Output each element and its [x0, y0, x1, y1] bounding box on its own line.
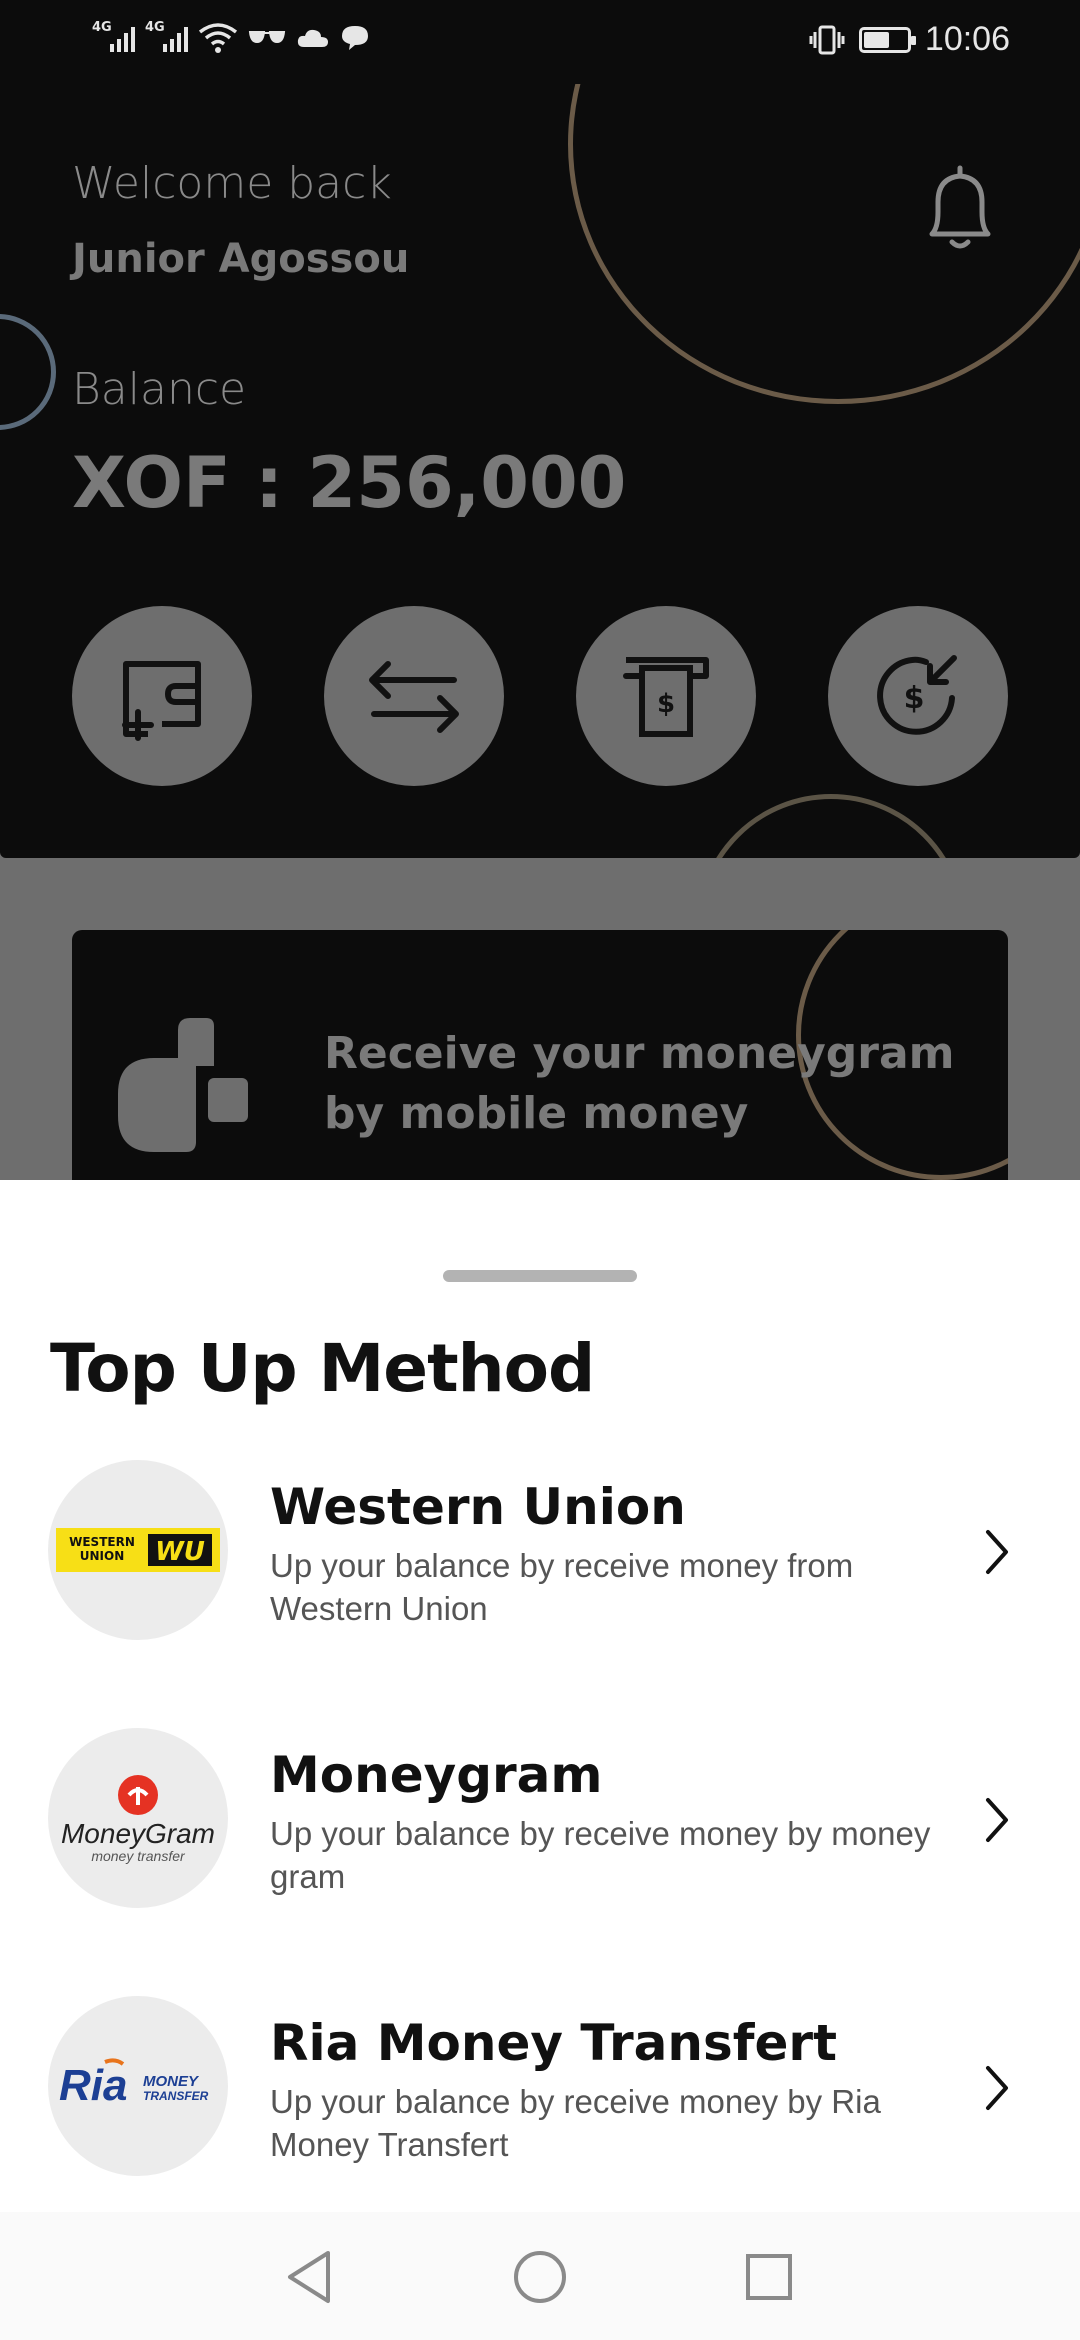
decor-ring — [0, 314, 56, 430]
method-western-union[interactable]: WESTERN UNION WU Western Union Up your b… — [0, 1460, 1080, 1660]
sheet-title: Top Up Method — [50, 1330, 595, 1407]
recents-icon — [746, 2254, 792, 2300]
wallet-add-icon — [122, 661, 201, 741]
balance-header: Welcome back Junior Agossou Balance XOF … — [0, 84, 1080, 858]
svg-text:$: $ — [904, 681, 925, 716]
wu-logo-text-2: UNION — [80, 1549, 125, 1563]
vibrate-icon — [809, 25, 845, 54]
method-moneygram[interactable]: MoneyGram money transfer Moneygram Up yo… — [0, 1728, 1080, 1928]
chevron-right-icon — [986, 2066, 1008, 2110]
moneygram-logo-sub: money transfer — [91, 1848, 186, 1864]
nav-recents-button[interactable] — [734, 2242, 804, 2312]
wu-logo-mark: WU — [155, 1537, 205, 1567]
chevron-right-icon — [986, 1530, 1008, 1574]
method-title: Moneygram — [270, 1746, 603, 1804]
clock: 10:06 — [924, 20, 1010, 58]
transfer-button[interactable] — [324, 606, 504, 786]
bell-icon[interactable] — [920, 162, 1000, 258]
top-up-method-sheet: Top Up Method WESTERN UNION WU Western U… — [0, 1180, 1080, 2340]
receive-money-icon: $ — [877, 655, 957, 735]
top-up-button[interactable] — [72, 606, 252, 786]
moneygram-logo: MoneyGram money transfer — [48, 1728, 228, 1908]
signal-icon: 4G — [92, 20, 135, 52]
chat-icon — [342, 26, 368, 50]
wifi-icon — [198, 23, 238, 53]
signal-icon: 4G — [145, 20, 188, 52]
sheet-drag-handle[interactable] — [443, 1270, 637, 1282]
wu-logo-text-1: WESTERN — [69, 1535, 135, 1549]
method-ria[interactable]: Ria MONEY TRANSFER Ria Money Transfert U… — [0, 1996, 1080, 2196]
withdraw-button[interactable]: $ — [576, 606, 756, 786]
decor-ring — [568, 84, 1080, 404]
ria-logo-text: Ria — [59, 2061, 127, 2110]
promo-banner[interactable]: Receive your moneygram by mobile money — [72, 930, 1008, 1190]
transfer-arrows-icon — [369, 661, 459, 733]
ria-logo-sub-1: MONEY — [143, 2073, 200, 2090]
svg-text:$: $ — [657, 689, 675, 719]
status-right: 10:06 — [809, 20, 1010, 59]
western-union-logo: WESTERN UNION WU — [48, 1460, 228, 1640]
balance-value: XOF : 256,000 — [72, 442, 627, 524]
cloud-icon — [297, 29, 328, 47]
network-type-2: 4G — [145, 20, 165, 35]
moneygram-logo-text: MoneyGram — [61, 1818, 215, 1849]
network-type-1: 4G — [92, 20, 112, 35]
system-nav-bar — [0, 2212, 1080, 2340]
chevron-right-icon — [986, 1798, 1008, 1842]
receive-money-button[interactable]: $ — [828, 606, 1008, 786]
method-description: Up your balance by receive money from We… — [270, 1547, 854, 1627]
method-title: Western Union — [270, 1478, 686, 1536]
user-name: Junior Agossou — [72, 236, 410, 282]
nav-home-button[interactable] — [505, 2242, 575, 2312]
battery-icon — [858, 26, 916, 53]
back-icon — [288, 2251, 330, 2303]
method-title: Ria Money Transfert — [270, 2014, 837, 2072]
decor-ring — [696, 794, 966, 858]
ria-logo-sub-2: TRANSFER — [143, 2089, 209, 2103]
app-logo-icon — [118, 1018, 248, 1152]
atm-withdraw-icon: $ — [623, 657, 709, 737]
status-left: 4G 4G — [92, 20, 370, 54]
welcome-text: Welcome back — [72, 158, 392, 209]
ria-logo: Ria MONEY TRANSFER — [48, 1996, 228, 2176]
method-description: Up your balance by receive money by mone… — [270, 1815, 931, 1895]
balance-label: Balance — [72, 364, 247, 415]
nav-back-button[interactable] — [274, 2242, 344, 2312]
home-icon — [514, 2251, 566, 2303]
promo-text: Receive your moneygram by mobile money — [324, 1028, 955, 1139]
status-bar: 4G 4G 10:06 — [0, 0, 1080, 84]
glasses-icon — [248, 31, 286, 44]
method-description: Up your balance by receive money by Ria … — [270, 2083, 881, 2163]
